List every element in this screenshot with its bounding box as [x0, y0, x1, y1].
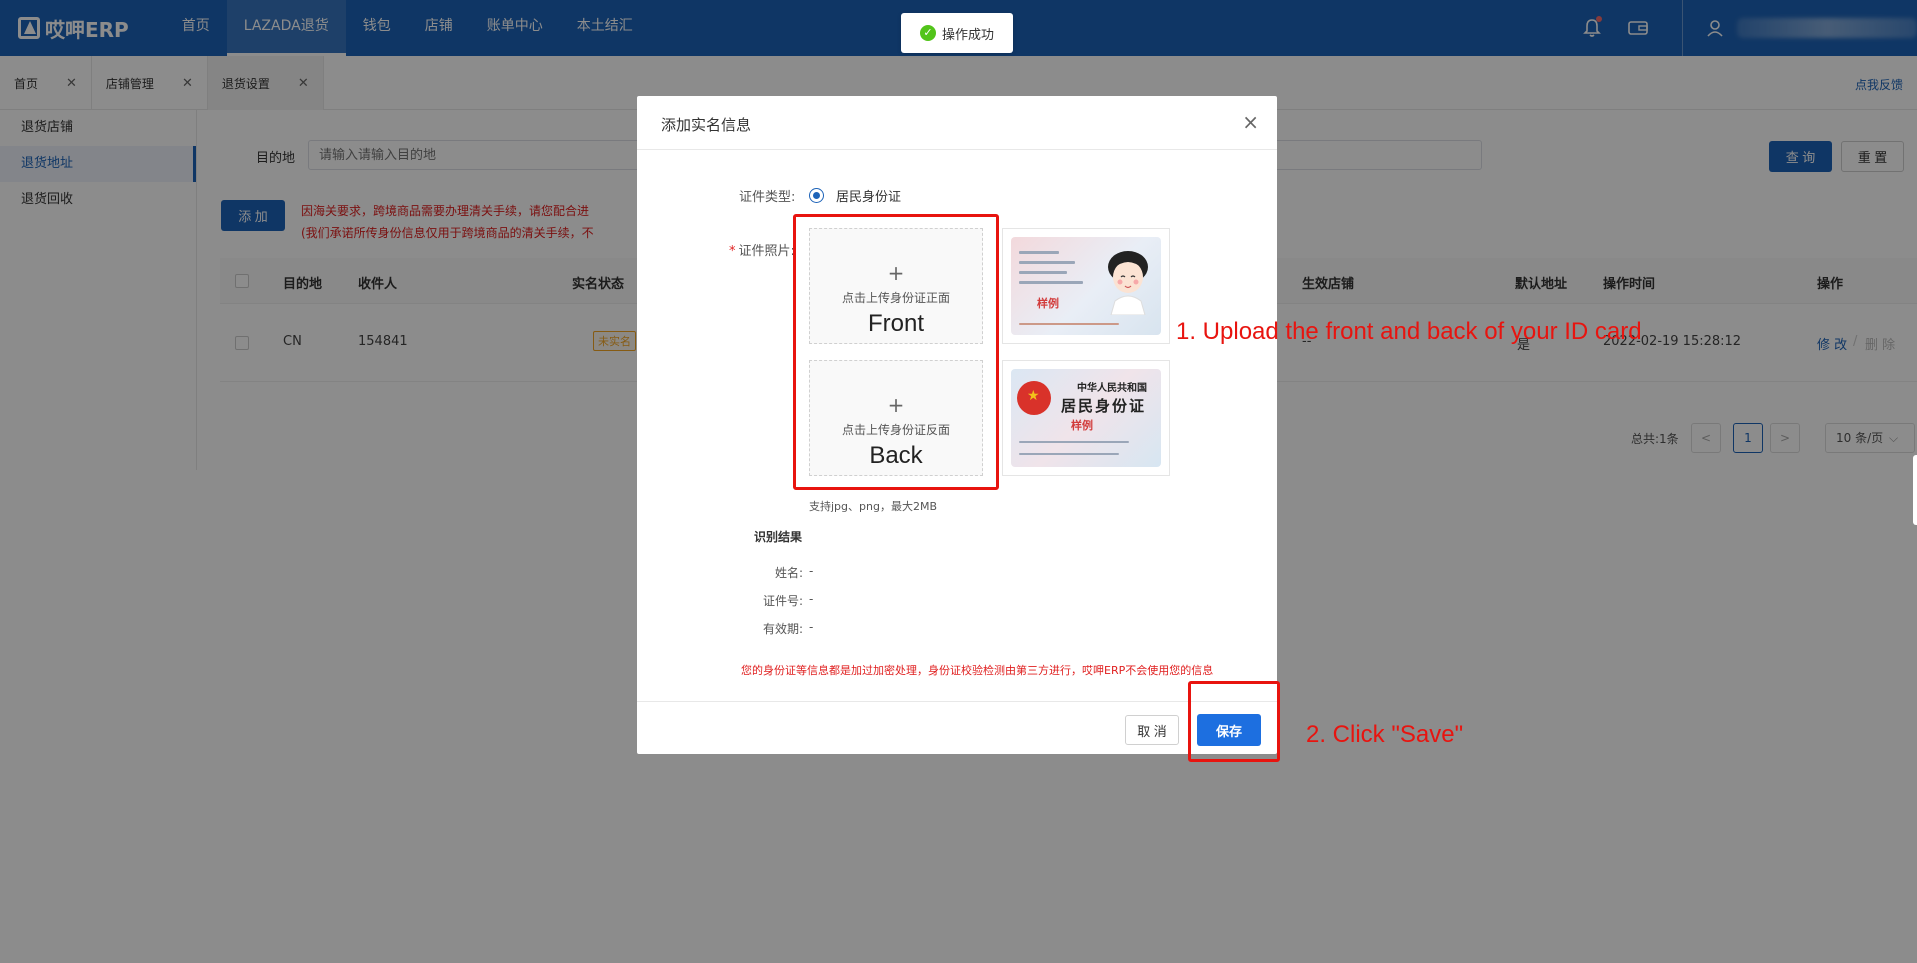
recognition-result-title: 识别结果 [754, 530, 803, 544]
validity-label: 有效期: [762, 622, 803, 636]
sample-back-image: 中华人民共和国 居民身份证 样例 [1011, 369, 1161, 467]
annotation-box-save [1188, 681, 1280, 762]
id-type-option-label[interactable]: 居民身份证 [836, 186, 901, 205]
success-toast: ✓ 操作成功 [901, 13, 1013, 53]
annotation-box-upload [793, 214, 999, 490]
name-label: 姓名: [774, 566, 803, 580]
id-photo-label-text: 证件照片: [738, 244, 795, 259]
sample-back-title2: 居民身份证 [1061, 397, 1147, 415]
required-mark: * [729, 244, 736, 259]
upload-hint: 支持jpg、png，最大2MB [809, 500, 937, 513]
close-icon[interactable]: × [1242, 110, 1259, 134]
modal-header: 添加实名信息 × [637, 96, 1277, 150]
id-photo-label: * 证件照片: [729, 240, 795, 259]
national-emblem-icon [1017, 381, 1051, 415]
id-type-radio[interactable] [809, 188, 824, 203]
sample-front-image: 样例 [1011, 237, 1161, 335]
annotation-step1: 1. Upload the front and back of your ID … [1176, 318, 1642, 345]
id-number-value: - [809, 592, 814, 606]
security-note: 您的身份证等信息都是加过加密处理，身份证校验检测由第三方进行，哎呷ERP不会使用… [741, 664, 1214, 677]
toast-message: 操作成功 [941, 27, 994, 43]
check-circle-icon: ✓ [919, 25, 936, 41]
sample-front-stamp: 样例 [1037, 297, 1059, 310]
annotation-step2: 2. Click "Save" [1306, 721, 1464, 748]
validity-value: - [809, 620, 814, 634]
modal-title: 添加实名信息 [661, 116, 752, 134]
sample-id-front: 样例 [1002, 228, 1170, 344]
sample-id-back: 中华人民共和国 居民身份证 样例 [1002, 360, 1170, 476]
id-type-label: 证件类型: [739, 190, 796, 205]
cartoon-face-icon [1108, 251, 1148, 315]
side-drawer-handle[interactable] [1913, 455, 1917, 525]
id-number-label: 证件号: [762, 594, 803, 608]
name-value: - [809, 564, 814, 578]
sample-back-title1: 中华人民共和国 [1077, 383, 1147, 394]
modal-footer: 取 消 保存 [637, 701, 1277, 754]
cancel-button[interactable]: 取 消 [1125, 715, 1179, 745]
sample-back-stamp: 样例 [1071, 419, 1093, 432]
